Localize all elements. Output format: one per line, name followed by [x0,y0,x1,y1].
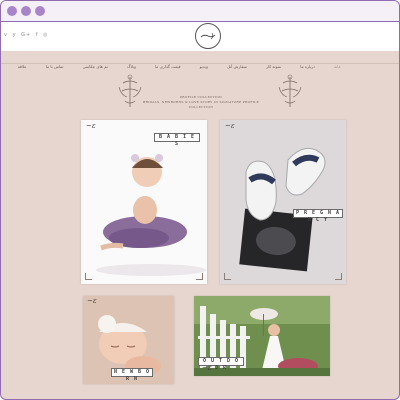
twitter-icon[interactable]: y [13,32,17,38]
right-crest-icon [278,74,302,107]
card-signature: ~ɛ [86,122,96,130]
pregnancy-label: P R E G N A N C Y [293,209,343,223]
site-header: v y G+ f ◎ [1,22,399,51]
social-links: v y G+ f ◎ [4,32,51,38]
main-navigation: خانه درباره ما نمونه کار سفارش آتل ویدیو… [1,51,399,69]
gallery-card-outdoor[interactable]: O U T D O O R ~ɛ [194,296,330,376]
nav-item-order[interactable]: سفارش آتل [227,64,247,69]
card-signature: ~ɛ [87,297,97,305]
google-plus-icon[interactable]: G+ [21,32,31,38]
corner-decoration [85,273,92,280]
nav-item-video[interactable]: ویدیو [200,64,208,69]
corner-decoration [196,273,203,280]
babies-label: B A B I E S [154,133,200,147]
window-dot-close[interactable] [7,6,17,16]
nav-item-pricing[interactable]: قیمت گذاری ما [155,64,180,69]
intro-line-2: BRIDALS, NEWBORNS & LOVE STORY IN SIGNAT… [143,100,259,109]
nav-item-themes[interactable]: تم های عکاسی [83,64,108,69]
nav-item-favorites[interactable]: علاقه [18,64,27,69]
vk-icon[interactable]: v [4,32,8,38]
window-dot-minimize[interactable] [21,6,31,16]
newborn-label: N E W B O R N [111,368,153,382]
nav-item-blog[interactable]: وبلاگ [127,64,136,69]
logo-signature-icon [200,32,216,40]
nav-item-contact[interactable]: تماس با ما [46,64,64,69]
card-signature: ~ɛ [225,122,235,130]
nav-item-portfolio[interactable]: نمونه کار [266,64,281,69]
corner-decoration [224,273,231,280]
window-dot-maximize[interactable] [35,6,45,16]
gallery-card-pregnancy[interactable]: ~ɛ P R E G N A N C Y [220,120,346,284]
facebook-icon[interactable]: f [36,32,39,38]
window-titlebar [1,1,399,22]
site-logo[interactable] [195,23,221,49]
card-signature: ~ɛ [202,364,212,372]
intro-text: PROFILE COLLECTION BRIDALS, NEWBORNS & L… [141,95,261,110]
nav-item-about[interactable]: درباره ما [300,64,315,69]
corner-decoration [335,273,342,280]
nav-item-home[interactable]: خانه [334,64,341,69]
babies-photo [81,120,207,284]
browser-window: v y G+ f ◎ خانه درباره ما نمونه کار سفار… [0,0,400,400]
gallery-card-babies[interactable]: ~ɛ B A B I E S [81,120,207,284]
gallery-card-newborn[interactable]: ~ɛ N E W B O R N [83,296,174,384]
pregnancy-photo [220,120,346,284]
instagram-icon[interactable]: ◎ [43,32,48,38]
